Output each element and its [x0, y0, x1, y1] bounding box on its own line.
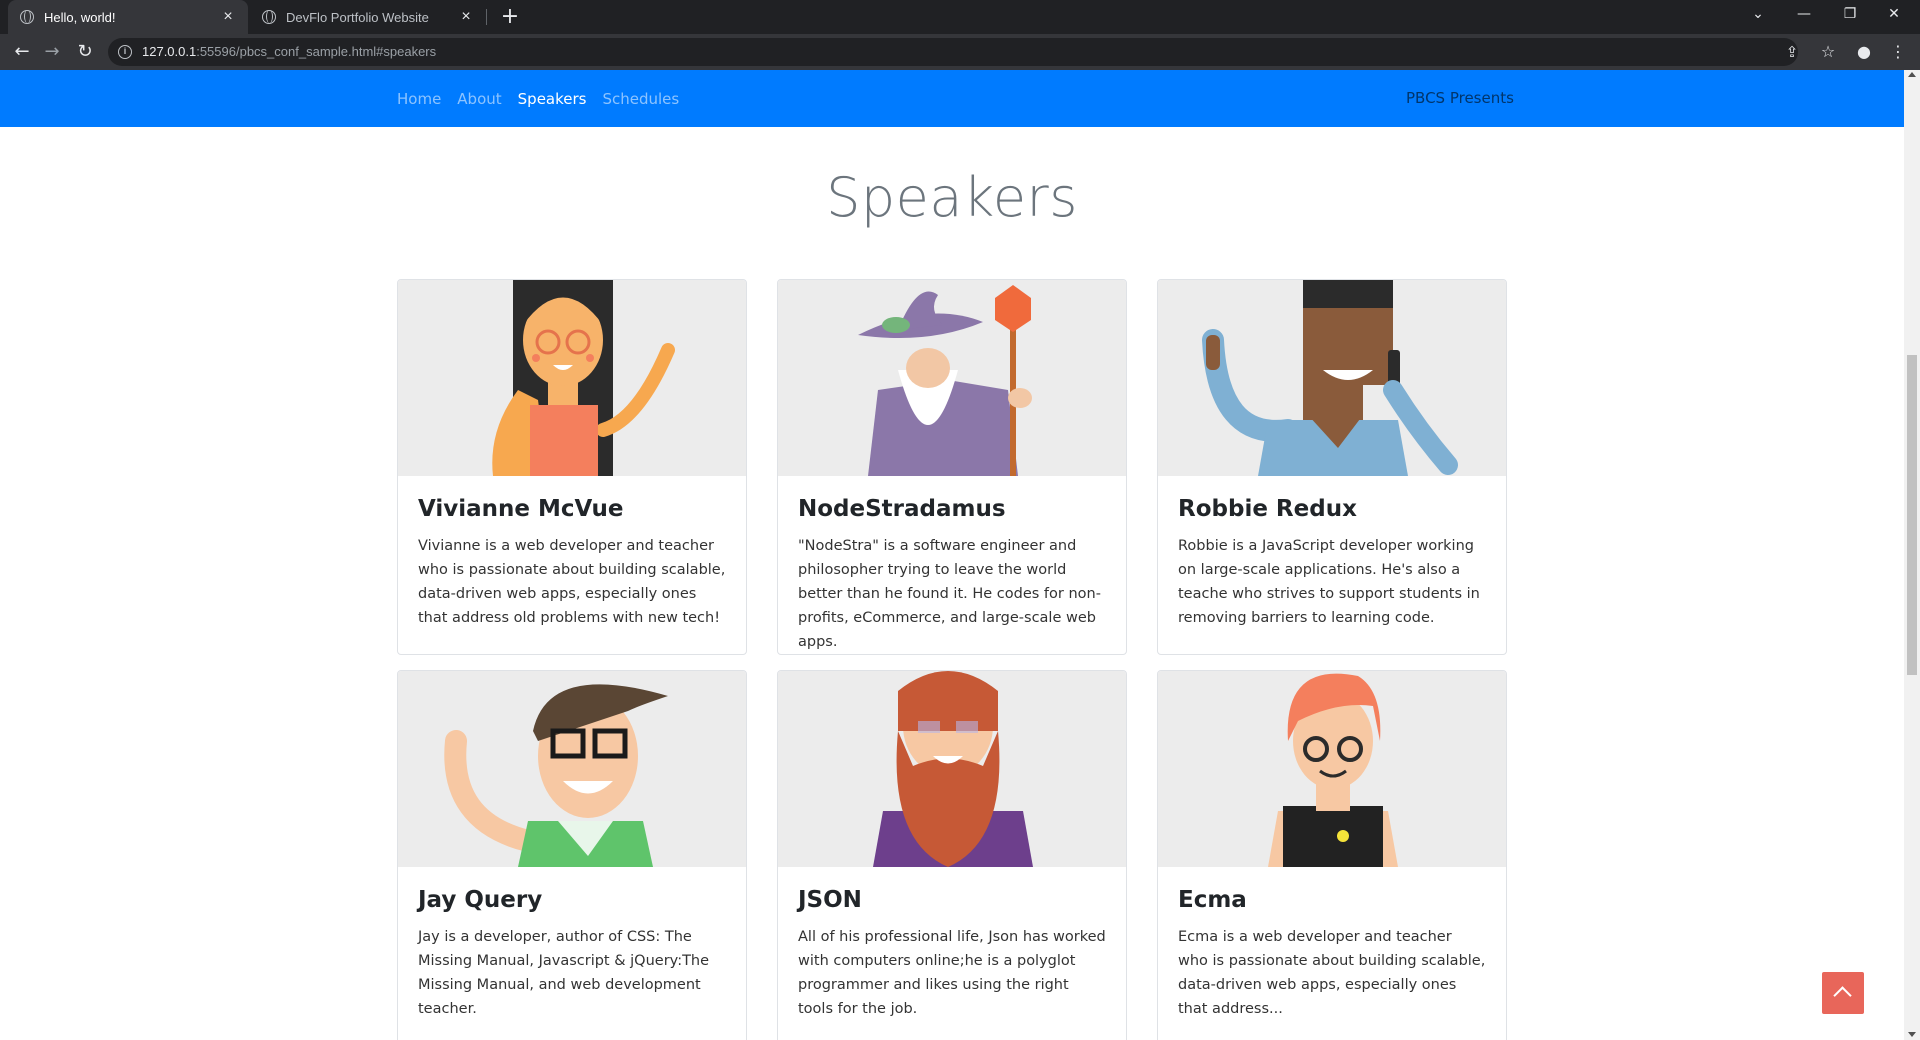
speaker-card: Vivianne McVue Vivianne is a web develop… [397, 279, 747, 655]
speaker-bio: "NodeStra" is a software engineer and ph… [798, 538, 1101, 650]
placeholder-spacer [1758, 42, 1778, 62]
tab-title: DevFlo Portfolio Website [286, 9, 429, 25]
section-title: Speakers [826, 166, 1078, 229]
browser-toolbar: ← → ↻ i 127.0.0.1:55596/pbcs_conf_sample… [0, 34, 1920, 70]
speaker-card: JSON All of his professional life, Json … [777, 670, 1127, 1040]
nav-link-home[interactable]: Home [397, 90, 441, 108]
close-icon[interactable]: × [458, 8, 474, 26]
speaker-card: NodeStradamus "NodeStra" is a software e… [777, 279, 1127, 655]
nav-link-schedules[interactable]: Schedules [602, 90, 679, 108]
navbar-brand[interactable]: PBCS Presents [1406, 89, 1514, 107]
speaker-portrait-robbie [1158, 280, 1506, 476]
speaker-portrait-nodestradamus [778, 280, 1126, 476]
close-icon[interactable]: × [220, 8, 236, 26]
site-info-icon[interactable]: i [118, 45, 132, 59]
minimize-icon[interactable]: — [1782, 0, 1826, 30]
speaker-bio: Vivianne is a web developer and teacher … [418, 538, 726, 626]
back-to-top-button[interactable] [1822, 972, 1864, 1014]
globe-icon [262, 10, 276, 24]
share-icon[interactable]: ⇪ [1782, 42, 1802, 62]
back-icon[interactable]: ← [10, 40, 34, 64]
scroll-down-icon[interactable] [1908, 1032, 1916, 1037]
site-navbar: Home About Speakers Schedules PBCS Prese… [0, 70, 1904, 127]
browser-tab-active[interactable]: Hello, world! × [8, 0, 248, 34]
forward-icon[interactable]: → [40, 40, 64, 64]
speaker-name: Robbie Redux [1178, 496, 1357, 522]
nav-links: Home About Speakers Schedules [397, 70, 695, 127]
scrollbar-thumb[interactable] [1907, 355, 1917, 675]
speaker-name: NodeStradamus [798, 496, 1006, 522]
tab-separator [486, 9, 487, 25]
reload-icon[interactable]: ↻ [73, 40, 97, 64]
speaker-portrait-jay [398, 671, 746, 867]
menu-icon[interactable]: ⋮ [1886, 40, 1910, 64]
browser-tab-strip: Hello, world! × DevFlo Portfolio Website… [0, 0, 1920, 34]
new-tab-icon[interactable]: + [498, 4, 522, 30]
tab-search-icon[interactable]: ⌄ [1736, 0, 1780, 30]
url-text[interactable]: 127.0.0.1:55596/pbcs_conf_sample.html#sp… [142, 44, 436, 59]
speaker-card: Ecma Ecma is a web developer and teacher… [1157, 670, 1507, 1040]
speaker-bio: Ecma is a web developer and teacher who … [1178, 929, 1486, 1017]
page-viewport: Home About Speakers Schedules PBCS Prese… [0, 70, 1904, 1040]
nav-link-speakers[interactable]: Speakers [518, 90, 587, 108]
scroll-up-icon[interactable] [1908, 72, 1916, 77]
browser-tab[interactable]: DevFlo Portfolio Website × [250, 0, 486, 34]
speaker-bio: Jay is a developer, author of CSS: The M… [418, 929, 710, 1017]
window-close-icon[interactable]: ✕ [1872, 0, 1916, 30]
speaker-name: JSON [798, 887, 862, 913]
speaker-name: Ecma [1178, 887, 1247, 913]
speaker-bio: Robbie is a JavaScript developer working… [1178, 538, 1480, 626]
tab-title: Hello, world! [44, 9, 116, 25]
globe-icon [20, 10, 34, 24]
speaker-name: Vivianne McVue [418, 496, 624, 522]
speaker-portrait-vivianne [398, 280, 746, 476]
address-bar[interactable]: i 127.0.0.1:55596/pbcs_conf_sample.html#… [108, 38, 1798, 66]
bookmark-star-icon[interactable]: ☆ [1816, 40, 1840, 64]
page-scrollbar[interactable] [1904, 70, 1920, 1040]
speaker-portrait-ecma [1158, 671, 1506, 867]
speaker-name: Jay Query [418, 887, 543, 913]
nav-link-about[interactable]: About [457, 90, 501, 108]
speaker-bio: All of his professional life, Json has w… [798, 929, 1106, 1017]
speaker-card: Robbie Redux Robbie is a JavaScript deve… [1157, 279, 1507, 655]
profile-icon[interactable]: ● [1852, 40, 1876, 64]
speaker-card: Jay Query Jay is a developer, author of … [397, 670, 747, 1040]
restore-icon[interactable]: ❐ [1828, 0, 1872, 30]
speaker-portrait-json [778, 671, 1126, 867]
